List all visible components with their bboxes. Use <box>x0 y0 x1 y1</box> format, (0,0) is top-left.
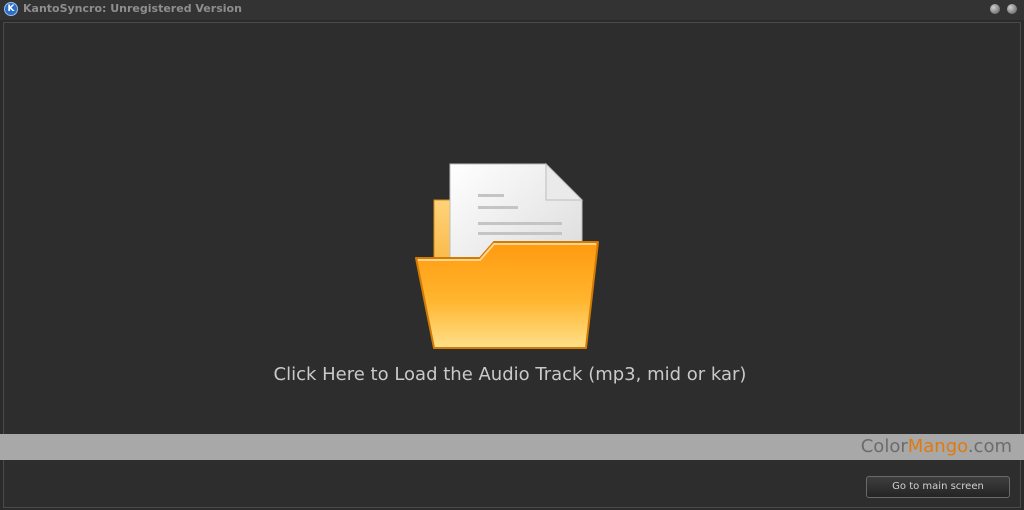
watermark-part-color: Color <box>860 436 908 457</box>
go-to-main-screen-button[interactable]: Go to main screen <box>866 476 1010 498</box>
close-button[interactable] <box>1007 4 1017 14</box>
app-window: K KantoSyncro: Unregistered Version Clic… <box>0 0 1024 510</box>
watermark-part-mango: Mango <box>907 436 968 457</box>
folder-open-document-icon[interactable] <box>410 160 610 356</box>
watermark-band: ColorMango.com <box>0 434 1024 460</box>
window-title: KantoSyncro: Unregistered Version <box>23 2 242 15</box>
watermark: ColorMango.com <box>861 434 1012 460</box>
watermark-part-domain: .com <box>967 436 1012 457</box>
minimize-button[interactable] <box>990 4 1000 14</box>
app-logo-icon: K <box>4 2 18 16</box>
load-audio-track-label[interactable]: Click Here to Load the Audio Track (mp3,… <box>260 364 760 385</box>
title-bar[interactable]: K KantoSyncro: Unregistered Version <box>0 0 1024 20</box>
load-audio-track-area[interactable]: Click Here to Load the Audio Track (mp3,… <box>260 150 760 400</box>
